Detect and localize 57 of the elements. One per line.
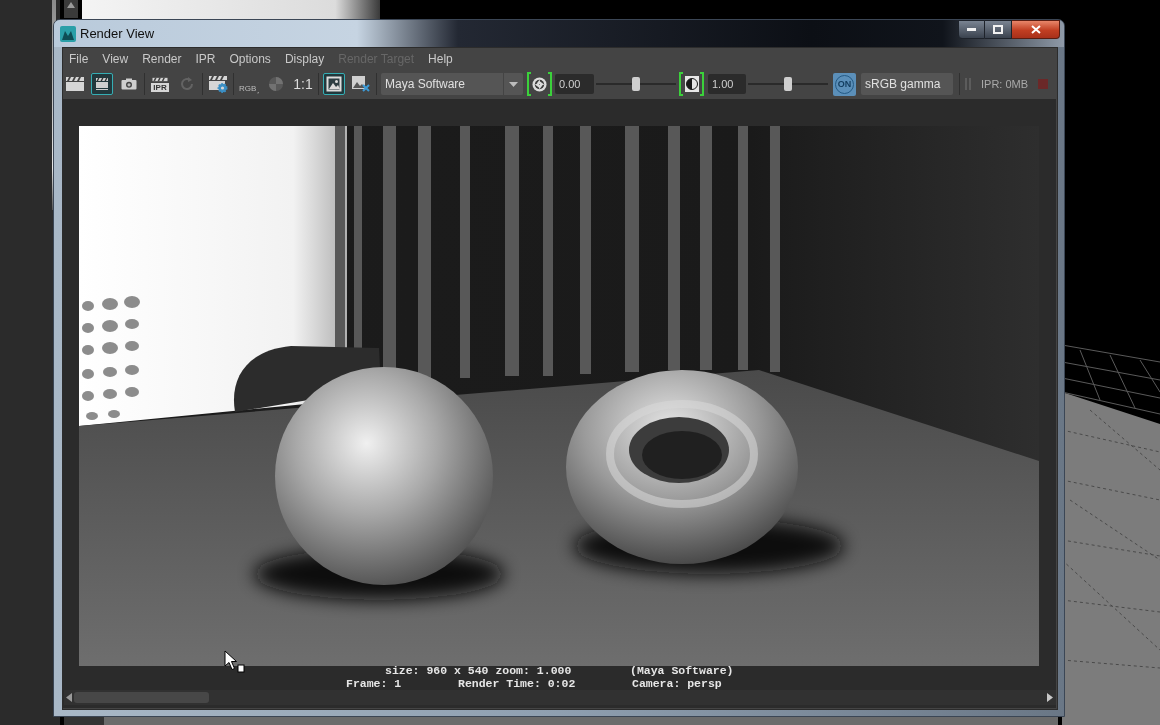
image-size-text: size: 960 x 540 zoom: 1.000 [385,664,573,677]
scroll-right-icon[interactable] [1047,693,1053,702]
scroll-left-icon[interactable] [66,693,72,702]
menu-item[interactable]: Display [284,49,325,68]
maximize-button[interactable] [985,20,1012,39]
exposure-field[interactable]: 0.00 [555,74,594,94]
exposure-button[interactable] [527,72,552,96]
toolbar-button[interactable]: 1:1 [292,73,314,95]
pause-icon [965,78,971,90]
stop-icon [1038,79,1048,89]
scroll-up-button[interactable] [64,0,78,18]
menu-item[interactable]: Options [229,49,271,68]
dropdown-arrow-icon [509,81,518,87]
menu-item[interactable]: IPR [195,49,216,68]
toolbar-button[interactable]: IPR [149,73,171,95]
window-title: Render View [80,24,155,43]
refresh-icon [179,76,195,92]
half-circle-icon [684,76,699,92]
clapperboard-icon [95,77,109,91]
window-icon [60,25,76,42]
renderer-text: (Maya Software) [630,664,734,677]
slider-thumb[interactable] [632,77,640,91]
aperture-icon [532,76,547,92]
close-icon [1030,25,1041,34]
camera-text: Camera: persp [632,677,722,690]
view-transform-toggle[interactable]: ON [833,72,856,96]
picture-icon [326,76,342,92]
checker-circle-icon [268,76,284,92]
slider-thumb[interactable] [784,77,792,91]
clapperboard-icon [151,76,169,82]
clapperboard-icon [65,76,85,92]
close-button[interactable] [1012,20,1060,39]
clapperboard-gear-icon [208,75,228,93]
gamma-slider[interactable] [748,76,828,92]
camera-icon [121,78,137,90]
gamma-field[interactable]: 1.00 [708,74,746,94]
frame-text: Frame: 1 [346,677,403,690]
toolbar-button[interactable]: RGB [238,73,260,95]
menu-item[interactable]: Render [142,49,182,68]
horizontal-scrollbar[interactable] [64,690,1056,705]
menu-item[interactable]: View [102,49,129,68]
view-transform-field[interactable]: sRGB gamma [861,73,953,95]
toolbar-button[interactable] [91,73,113,95]
minimize-icon [967,28,976,31]
menu-item[interactable]: File [69,49,89,68]
gamma-button[interactable] [679,72,704,96]
render-time-text: Render Time: 0:02 [458,677,577,690]
renderer-dropdown[interactable]: Maya Software [381,73,523,95]
minimize-button[interactable] [958,20,985,39]
picture-cross-icon [351,75,371,93]
maximize-icon [993,25,1003,34]
exposure-slider[interactable] [596,76,676,92]
mouse-pointer-icon [224,650,245,673]
toolbar-button[interactable] [323,73,345,95]
ipr-memory-text: IPR: 0MB [981,76,1029,92]
toolbar-button[interactable] [207,73,229,95]
menu-item[interactable]: Help [428,49,453,68]
